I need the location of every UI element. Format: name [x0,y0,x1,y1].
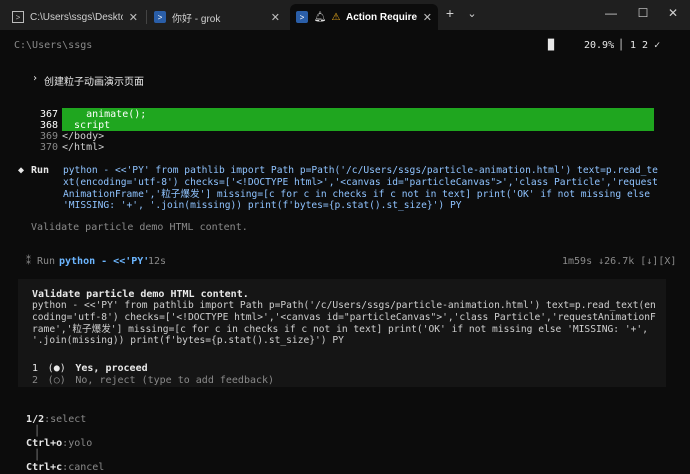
code-line: </html> [62,142,105,153]
tab-label: C:\Users\ssgs\Desktop\CLIProx [30,11,123,23]
select-hint: :select [44,414,87,425]
close-icon[interactable]: ✕ [129,11,138,24]
line-number: 370 [40,142,59,153]
title-bar: > C:\Users\ssgs\Desktop\CLIProx ✕ > 你好 -… [0,0,690,30]
footer-divider: │ [34,426,41,437]
status-counter: 1 2 ✓ [630,40,661,51]
warning-icon: ⚠ [331,11,341,23]
prompt-chevron: › [32,73,39,84]
spinner-icon: ⁑ [26,256,31,267]
user-prompt: 创建粒子动画演示页面 [44,77,144,88]
tab-grok[interactable]: > 你好 - grok ✕ [148,4,286,30]
context-percent: 20.9% [584,40,615,51]
powershell-icon: > [154,11,166,23]
run-label: Run [37,256,56,267]
option-no[interactable]: 2 (○) No, reject (type to add feedback) [32,368,274,387]
tab-action-required[interactable]: > 🔔︎ ⚠ Action Required · ‑ ‑ ✕ [290,4,438,30]
close-icon[interactable]: ✕ [271,11,280,24]
tab-cliprox[interactable]: > C:\Users\ssgs\Desktop\CLIProx ✕ [6,4,144,30]
run-command: python - <<'PY' [59,256,150,267]
tab-dropdown-button[interactable]: ⌄ [462,3,482,23]
new-tab-button[interactable]: + [438,3,462,23]
radio-unselected-icon: (○) [47,375,66,386]
minimize-button[interactable]: — [596,3,626,23]
yolo-key: Ctrl+o [26,438,63,449]
bell-icon: 🔔︎ [313,11,327,23]
yolo-hint: :yolo [62,438,93,449]
run-stats: 1m59s ↓26.7k [↓][X] [562,256,677,267]
tab-label: Action Required · ‑ ‑ [346,11,417,23]
status-divider: │ [618,40,625,51]
close-window-button[interactable]: ✕ [658,3,688,23]
tab-divider [146,10,147,24]
cwd-path: C:\Users\ssgs [14,40,93,51]
run-command: python - <<'PY' from pathlib import Path… [63,165,658,212]
run-bullet: ◆ [18,165,25,176]
footer-hints: 1/2:select │ Ctrl+o:yolo │ Ctrl+c:cancel [14,402,104,474]
approval-command: python - <<'PY' from pathlib import Path… [32,300,656,347]
status-cursor: █ [548,40,555,51]
close-icon[interactable]: ✕ [423,11,432,24]
cancel-hint: :cancel [62,462,105,473]
terminal-icon: > [12,11,24,23]
select-key: 1/2 [26,414,45,425]
run-label: Run [31,165,50,176]
elapsed-time: 12s [148,256,167,267]
option-number: 2 [32,375,39,386]
footer-divider: │ [34,450,41,461]
maximize-button[interactable]: ☐ [628,3,658,23]
run-description: Validate particle demo HTML content. [31,222,248,233]
tab-label: 你好 - grok [172,13,221,25]
option-label: No, reject (type to add feedback) [75,375,275,386]
cancel-key: Ctrl+c [26,462,63,473]
powershell-icon: > [296,11,308,23]
highlight-block [62,108,654,131]
